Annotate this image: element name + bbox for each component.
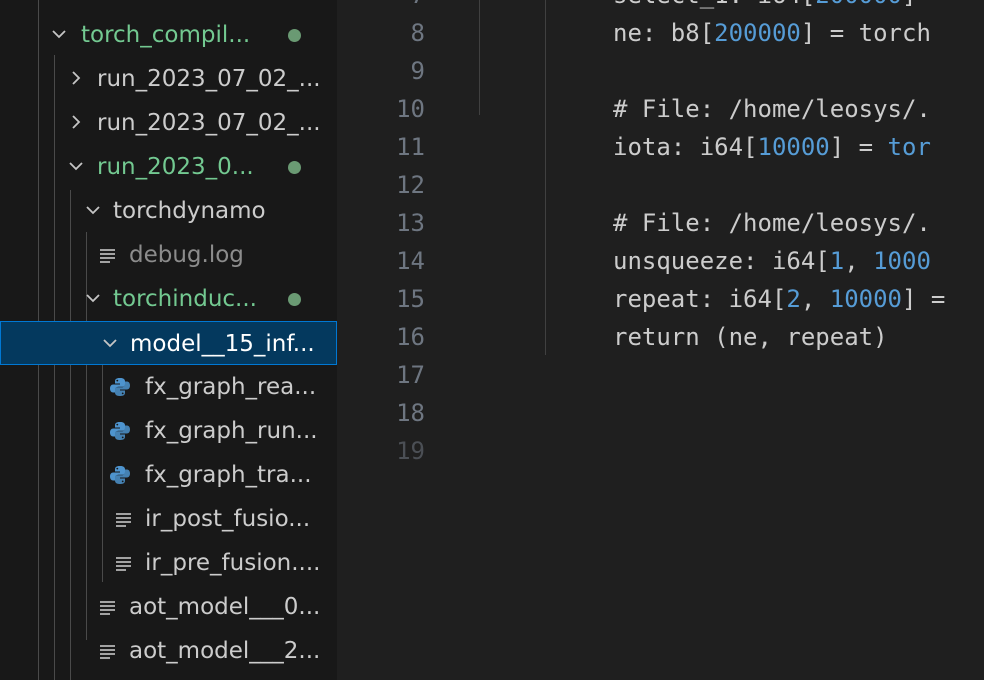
python-file-icon [109,409,133,453]
explorer-folder-item[interactable]: model__15_inf... [0,321,337,365]
line-number: 14 [396,247,425,275]
explorer-folder-item[interactable]: run_2023_07_02_... [0,101,337,145]
explorer-item-label: torchinduc... [113,286,257,312]
text-file-icon [98,233,122,277]
code-text-token: iota: i64[ [613,133,758,161]
code-text-token: , [800,285,830,313]
chevron-down-icon[interactable] [64,145,88,189]
explorer-item-label: ir_post_fusio... [145,506,311,532]
explorer-item-label: debug.log [129,242,244,268]
code-line[interactable]: ne: b8[200000] = torch [613,14,931,52]
code-number-token: 2 [786,285,801,313]
line-number: 19 [396,437,425,465]
line-number: 13 [396,209,425,237]
explorer-file-item[interactable]: fx_graph_tra... [0,453,337,497]
code-text-token: , [844,247,874,275]
explorer-item-label: model__15_inf... [130,331,315,357]
line-number: 11 [396,133,425,161]
code-text-token: select_1: i64[ [613,0,815,9]
code-text-token: repeat: i64[ [613,285,787,313]
code-number-token: 1 [829,247,845,275]
line-number: 16 [396,323,425,351]
code-text-token: ] = [829,133,888,161]
code-line[interactable]: unsqueeze: i64[1, 1000 [613,242,931,280]
code-line[interactable]: iota: i64[10000] = tor [613,128,931,166]
modified-dot-icon [288,293,301,306]
explorer-item-label: run_2023_07_02_... [97,110,321,136]
explorer-item-label: torchdynamo [113,198,266,224]
code-line[interactable]: # File: /home/leosys/. [613,204,931,242]
explorer-folder-item[interactable]: run_2023_0... [0,145,337,189]
explorer-file-item[interactable]: ir_pre_fusion.... [0,541,337,585]
modified-dot-icon [288,161,301,174]
explorer-item-label: run_2023_07_02_... [97,66,321,92]
explorer-folder-item[interactable]: run_2023_07_02_... [0,57,337,101]
explorer-item-label: fx_graph_rea... [145,374,317,400]
code-number-token: 200000 [714,19,801,47]
editor-indent-guide [479,0,480,115]
explorer-folder-item[interactable]: torchinduc... [0,277,337,321]
python-file-icon [109,453,133,497]
code-text-token: ] [902,0,916,9]
explorer-folder-item[interactable]: torchdynamo [0,189,337,233]
text-file-icon [98,585,122,629]
explorer-item-label: aot_model___0... [129,594,321,620]
code-text-token: return (ne, repeat) [613,323,888,351]
vscode-window: torch_compil... run_2023_07_02_... run_202… [0,0,984,680]
code-line[interactable]: # File: /home/leosys/. [613,90,931,128]
chevron-right-icon[interactable] [64,57,88,101]
text-file-icon [98,629,122,673]
text-file-icon [114,497,138,541]
explorer-item-label: fx_graph_tra... [145,462,312,488]
code-number-token: 1000 [873,247,931,275]
line-number: 17 [396,361,425,389]
code-text-token: ] = [902,285,946,313]
line-number: 18 [396,399,425,427]
line-number: 9 [410,57,425,85]
explorer-file-item[interactable]: fx_graph_rea... [0,365,337,409]
python-file-icon [109,365,133,409]
code-editor[interactable]: 7select_1: i64[200000]8ne: b8[200000] = … [337,0,984,680]
explorer-item-label: fx_graph_run... [145,418,318,444]
line-number: 7 [337,0,425,14]
code-text-token: ] = torch [800,19,931,47]
code-line[interactable]: repeat: i64[2, 10000] = [613,280,945,318]
line-number: 8 [410,19,425,47]
code-number-token: 10000 [829,285,902,313]
text-file-icon [114,541,138,585]
line-number: 12 [396,171,425,199]
explorer-sidebar: torch_compil... run_2023_07_02_... run_202… [0,0,337,680]
explorer-file-item[interactable]: aot_model___2... [0,629,337,673]
code-text-token: unsqueeze: i64[ [613,247,830,275]
explorer-folder-item[interactable]: torch_compil... [0,13,337,57]
chevron-down-icon[interactable] [81,277,105,321]
code-number-token: 200000 [815,0,902,9]
editor-indent-guide [545,0,546,355]
line-number: 15 [396,285,425,313]
explorer-item-label: torch_compil... [81,22,251,48]
chevron-down-icon[interactable] [98,322,122,366]
explorer-file-item[interactable]: debug.log [0,233,337,277]
code-number-token: 10000 [757,133,830,161]
explorer-file-item[interactable]: aot_model___0... [0,585,337,629]
explorer-file-item[interactable]: ir_post_fusio... [0,497,337,541]
code-number-token: tor [887,133,931,161]
chevron-down-icon[interactable] [81,189,105,233]
explorer-item-label: run_2023_0... [97,154,254,180]
code-line[interactable]: return (ne, repeat) [613,318,888,356]
code-text-token: ne: b8[ [613,19,715,47]
chevron-down-icon[interactable] [47,13,71,57]
modified-dot-icon [288,29,301,42]
explorer-file-item[interactable]: fx_graph_run... [0,409,337,453]
chevron-right-icon[interactable] [64,101,88,145]
explorer-item-label: aot_model___2... [129,638,321,664]
line-number: 10 [396,95,425,123]
code-line[interactable]: select_1: i64[200000] [613,0,916,14]
code-text-token: # File: /home/leosys/. [613,95,931,123]
explorer-item-label: ir_pre_fusion.... [145,550,321,576]
code-text-token: # File: /home/leosys/. [613,209,931,237]
